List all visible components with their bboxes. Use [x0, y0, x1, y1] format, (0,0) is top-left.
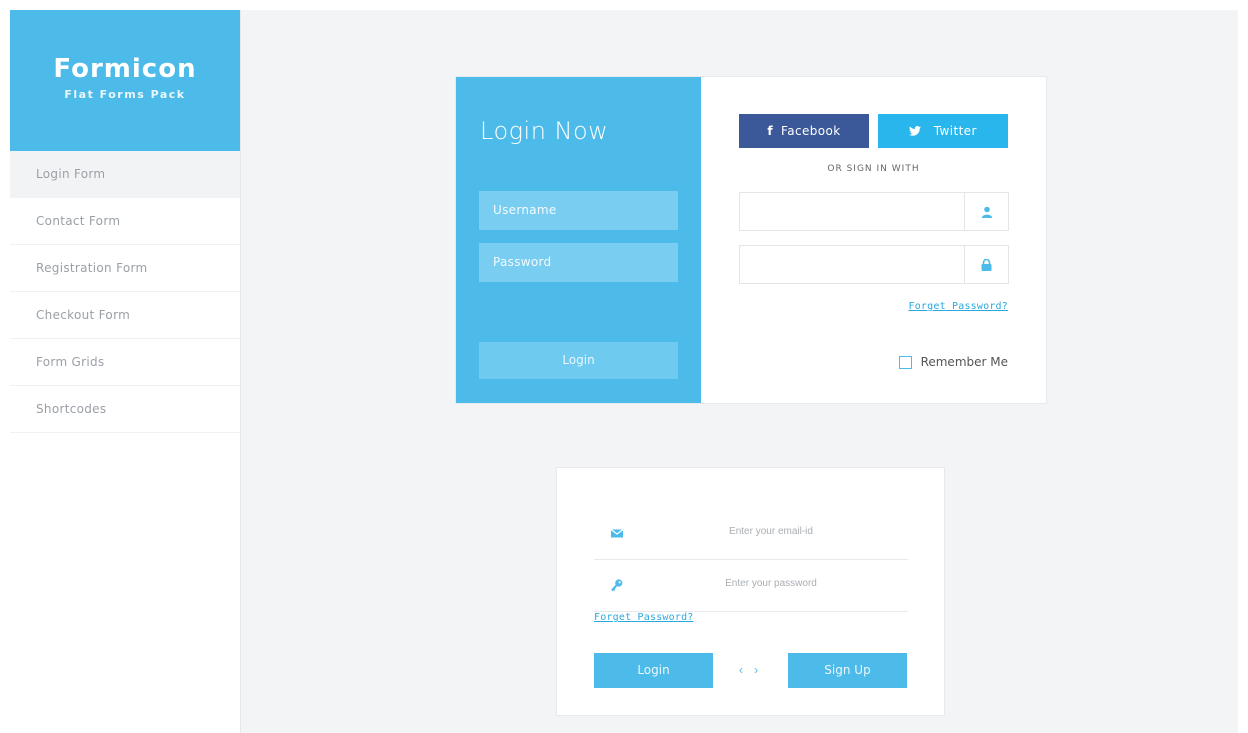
twitter-button[interactable]: Twitter [878, 114, 1008, 148]
lock-icon [981, 258, 992, 271]
facebook-label: Facebook [781, 124, 841, 138]
login-card: Login Now Username Password Login f Faceb… [455, 76, 1047, 404]
login-card-left-panel: Login Now Username Password Login [456, 77, 701, 403]
facebook-icon: f [767, 124, 774, 138]
login-button[interactable]: Login [479, 342, 678, 379]
remember-me[interactable]: Remember Me [898, 355, 1008, 369]
remember-me-label: Remember Me [920, 355, 1008, 369]
email-placeholder: Enter your email-id [729, 526, 813, 537]
password-field[interactable]: Enter your password [594, 560, 908, 612]
user-icon-box [964, 193, 1008, 230]
sidebar: Formicon Flat Forms Pack Login Form Cont… [10, 10, 241, 733]
social-username-input[interactable] [739, 192, 1009, 231]
sidebar-item-form-grids[interactable]: Form Grids [10, 339, 240, 386]
email-field[interactable]: Enter your email-id [594, 508, 908, 560]
sidebar-item-registration-form[interactable]: Registration Form [10, 245, 240, 292]
username-input[interactable]: Username [479, 191, 678, 230]
brand-subtitle: Flat Forms Pack [64, 88, 186, 101]
social-password-input[interactable] [739, 245, 1009, 284]
forget-password-link-2[interactable]: Forget Password? [594, 612, 694, 623]
login-button-2[interactable]: Login [594, 653, 713, 688]
simple-login-card: Enter your email-id Enter your password … [556, 467, 945, 716]
twitter-icon [909, 124, 926, 138]
sidebar-item-checkout-form[interactable]: Checkout Form [10, 292, 240, 339]
brand-header: Formicon Flat Forms Pack [10, 10, 240, 151]
sidebar-nav: Login Form Contact Form Registration For… [10, 151, 240, 433]
sidebar-item-shortcodes[interactable]: Shortcodes [10, 386, 240, 433]
lock-icon-box [964, 246, 1008, 283]
page: Formicon Flat Forms Pack Login Form Cont… [10, 10, 1238, 733]
password-input[interactable]: Password [479, 243, 678, 282]
signup-button[interactable]: Sign Up [788, 653, 907, 688]
login-title: Login Now [480, 117, 609, 145]
or-sign-in-text: OR SIGN IN WITH [827, 164, 920, 174]
password-placeholder: Enter your password [725, 578, 817, 589]
code-arrows-icon: ‹ › [738, 663, 763, 677]
sidebar-item-contact-form[interactable]: Contact Form [10, 198, 240, 245]
user-icon [981, 206, 992, 218]
forget-password-link[interactable]: Forget Password? [908, 301, 1008, 312]
brand-title: Formicon [53, 54, 197, 84]
facebook-button[interactable]: f Facebook [739, 114, 869, 148]
sidebar-item-login-form[interactable]: Login Form [10, 151, 240, 198]
twitter-label: Twitter [933, 124, 977, 138]
remember-me-checkbox[interactable] [898, 355, 912, 369]
